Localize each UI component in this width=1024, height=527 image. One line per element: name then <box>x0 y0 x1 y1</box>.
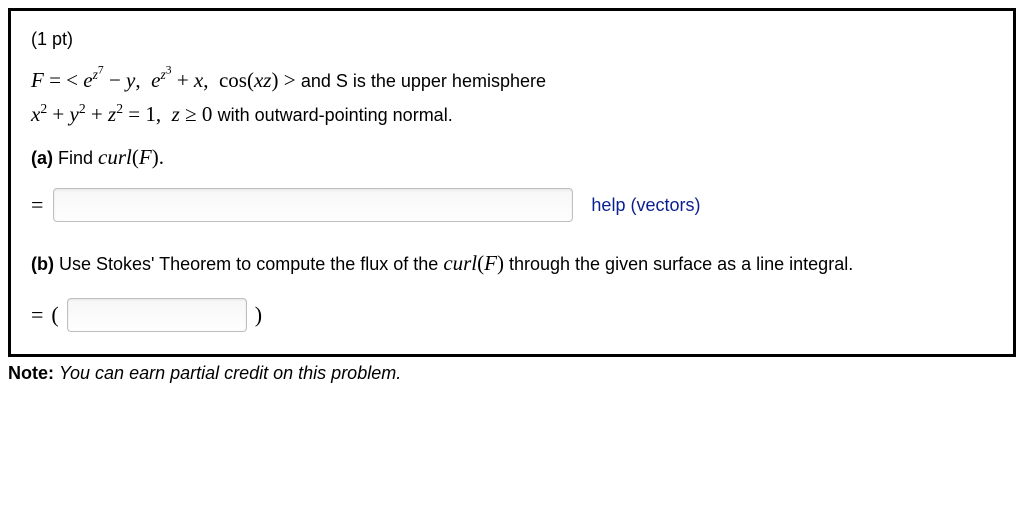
part-a-label: (a) <box>31 148 53 168</box>
flux-answer-input[interactable] <box>67 298 247 332</box>
part-a-text: Find <box>58 148 98 168</box>
lparen: ( <box>51 302 58 328</box>
part-a: (a) Find curl(F). <box>31 145 993 170</box>
rparen: ) <box>255 302 262 328</box>
curl-expression-b: curl(F) <box>443 251 504 275</box>
note-label: Note: <box>8 363 54 383</box>
help-vectors-link[interactable]: help (vectors) <box>591 195 700 216</box>
part-b-label: (b) <box>31 254 54 274</box>
equals-a: = <box>31 192 43 218</box>
vector-field-expression: F = < ez7 − y, ez3 + x, cos(xz) > <box>31 68 301 92</box>
problem-statement: F = < ez7 − y, ez3 + x, cos(xz) > and S … <box>31 64 993 131</box>
points-label: (1 pt) <box>31 29 993 50</box>
note: Note: You can earn partial credit on thi… <box>8 363 1016 384</box>
problem-container: (1 pt) F = < ez7 − y, ez3 + x, cos(xz) >… <box>8 8 1016 357</box>
curl-answer-input[interactable] <box>53 188 573 222</box>
answer-row-a: = help (vectors) <box>31 188 993 222</box>
note-text: You can earn partial credit on this prob… <box>59 363 401 383</box>
sphere-equation: x2 + y2 + z2 = 1, z ≥ 0 <box>31 102 218 126</box>
curl-expression-a: curl(F). <box>98 145 164 169</box>
part-b-text-1: Use Stokes' Theorem to compute the flux … <box>59 254 443 274</box>
statement-text-1: and S is the upper hemisphere <box>301 71 546 91</box>
equals-b: = <box>31 302 43 328</box>
part-b-text-2: through the given surface as a line inte… <box>509 254 853 274</box>
statement-text-2: with outward-pointing normal. <box>218 105 453 125</box>
answer-row-b: = ( ) <box>31 298 993 332</box>
part-b: (b) Use Stokes' Theorem to compute the f… <box>31 248 993 280</box>
